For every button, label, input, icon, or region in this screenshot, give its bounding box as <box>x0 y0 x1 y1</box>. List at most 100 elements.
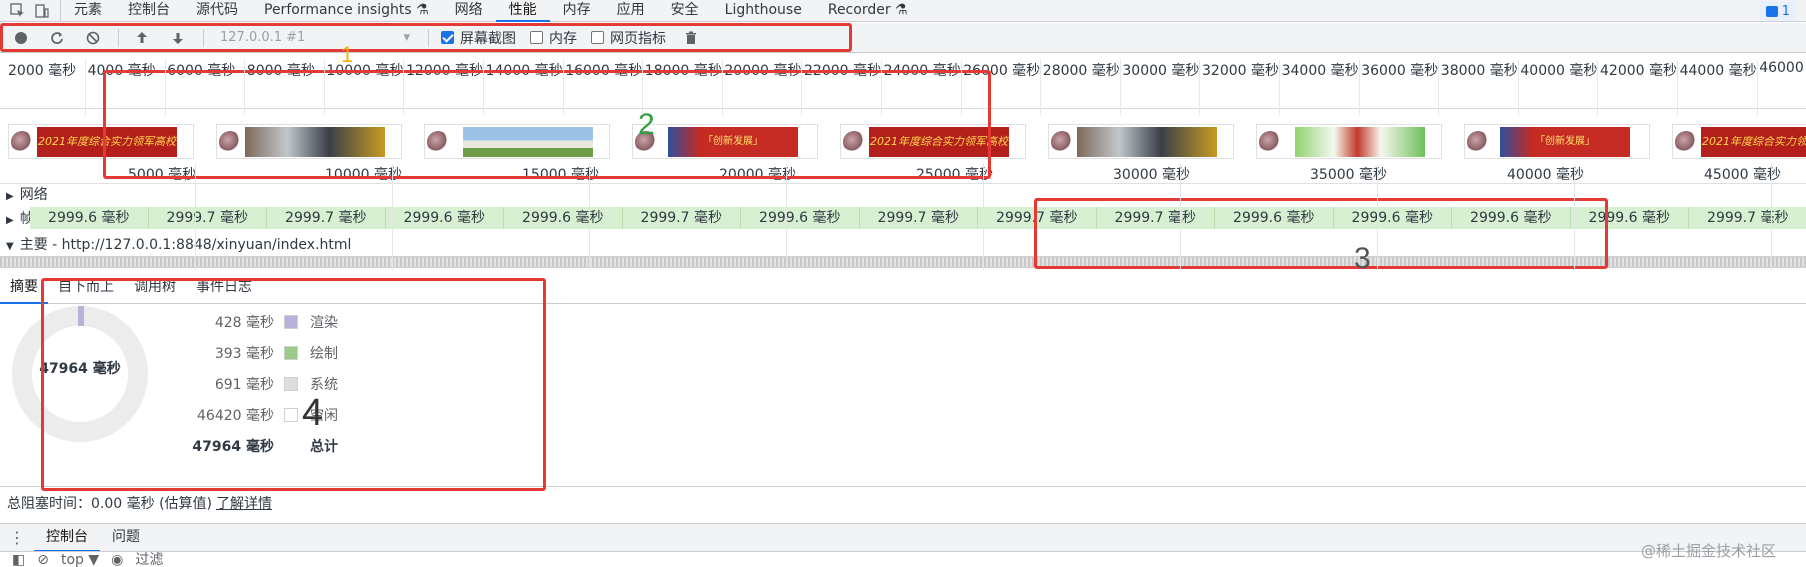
frame-bar[interactable]: 2999.7 毫秒 <box>1689 207 1806 229</box>
tab-4[interactable]: 网络 <box>442 0 496 22</box>
tab-5[interactable]: 性能 <box>495 0 550 22</box>
flower-decoration <box>1259 131 1281 153</box>
drawer-tab-0[interactable]: 控制台 <box>34 524 100 552</box>
overview-tick-label: 38000 毫秒 <box>1440 63 1518 79</box>
tab-10[interactable]: Recorder ⚗ <box>815 0 921 22</box>
timeline-gridline <box>786 164 787 270</box>
overview-gridline <box>403 60 405 115</box>
frame-bar[interactable]: 2999.6 毫秒 <box>741 207 860 229</box>
annotation-box-4 <box>41 278 546 491</box>
overview-gridline <box>960 60 962 115</box>
device-toolbar-icon[interactable] <box>34 3 50 19</box>
tab-0[interactable]: 元素 <box>61 0 115 22</box>
overview-gridline <box>1438 60 1440 115</box>
panel-tabs: 元素 控制台 源代码 Performance insights ⚗ 网络 性能 内存 应用 安全… <box>61 0 921 22</box>
total-blocking-time-text: 总阻塞时间：0.00 毫秒 (估算值) <box>7 496 212 512</box>
flower-decoration <box>1467 131 1489 153</box>
frame-bar[interactable]: 2999.7 毫秒 <box>267 207 386 229</box>
overview-gridline <box>562 60 564 115</box>
frame-bar[interactable]: 2999.6 毫秒 <box>386 207 504 229</box>
annotation-number-4: 4 <box>302 392 324 434</box>
clear-console-icon[interactable]: ⊘ <box>37 552 49 567</box>
overview-gridline <box>244 60 246 115</box>
thumbnail-image <box>1295 127 1425 157</box>
annotation-box-1 <box>0 23 852 52</box>
expand-triangle-icon[interactable]: ▶ <box>6 215 14 226</box>
timeline-tick-label: 35000 毫秒 <box>1310 167 1387 183</box>
eye-icon[interactable]: ◉ <box>111 552 123 567</box>
overview-gridline <box>1040 60 1042 115</box>
overview-tick-label: 30000 毫秒 <box>1122 63 1200 79</box>
overview-gridline <box>721 60 723 115</box>
overview-gridline <box>881 60 882 115</box>
annotation-number-1: 1 <box>341 42 354 67</box>
overview-tick-label: 40000 毫秒 <box>1520 63 1598 79</box>
collapse-triangle-icon[interactable]: ▼ <box>6 241 14 252</box>
overview-gridline <box>85 60 86 115</box>
devtools-tabbar: 元素 控制台 源代码 Performance insights ⚗ 网络 性能 内存 应用 安全… <box>0 0 1806 22</box>
screenshot-thumbnail[interactable] <box>1256 124 1442 159</box>
tab-8[interactable]: 安全 <box>658 0 712 22</box>
tab-9[interactable]: Lighthouse <box>712 0 815 22</box>
console-filter-input[interactable]: 过滤 <box>135 552 163 567</box>
message-icon <box>1765 5 1778 17</box>
learn-more-link[interactable]: 了解详情 <box>216 496 272 512</box>
flower-decoration <box>1051 131 1073 153</box>
console-toolbar: ◧ ⊘ top ▼ ◉ 过滤 <box>0 551 1806 567</box>
overview-tick-label: 44000 毫秒 <box>1679 63 1757 79</box>
overview-tick-label: 42000 毫秒 <box>1600 63 1677 79</box>
timeline-tick-label: 30000 毫秒 <box>1113 167 1190 183</box>
main-track-label: 主要 - http://127.0.0.1:8848/xinyuan/index… <box>19 237 352 253</box>
overview-tick-label: 32000 毫秒 <box>1202 63 1279 79</box>
annotation-box-3 <box>1034 198 1608 269</box>
frame-bar[interactable]: 2999.6 毫秒 <box>504 207 623 229</box>
timeline-gridline <box>589 164 590 270</box>
overview-tick-label: 36000 毫秒 <box>1361 63 1439 79</box>
drawer-tab-1[interactable]: 问题 <box>100 524 152 552</box>
sidebar-toggle-icon[interactable]: ◧ <box>12 552 25 567</box>
more-tools-icon[interactable]: ⋮ <box>0 528 34 547</box>
total-blocking-time: 总阻塞时间：0.00 毫秒 (估算值) 了解详情 <box>0 486 1806 520</box>
thumbnail-image: 2021年度综合实力领军高校 <box>1701 127 1806 157</box>
annotation-number-2: 2 <box>638 108 655 141</box>
thumbnail-image: 「创新发展」 <box>1500 127 1630 157</box>
expand-triangle-icon[interactable]: ▶ <box>6 191 14 202</box>
timeline-gridline <box>1771 164 1772 270</box>
screenshot-thumbnail[interactable] <box>1048 124 1234 159</box>
overview-tick-label: 34000 毫秒 <box>1281 63 1359 79</box>
overview-gridline <box>1517 60 1519 115</box>
issues-badge[interactable]: 1 <box>1759 1 1796 21</box>
overview-gridline <box>1677 60 1678 115</box>
timeline-gridline <box>195 164 196 270</box>
overview-gridline <box>1199 60 1201 115</box>
frame-bar[interactable]: 2999.7 毫秒 <box>149 207 267 229</box>
issues-count: 1 <box>1781 3 1790 19</box>
devtools-tool-icons <box>0 0 61 22</box>
tab-1[interactable]: 控制台 <box>115 0 183 22</box>
overview-gridline <box>1597 60 1599 115</box>
screenshot-thumbnail[interactable]: 「创新发展」 <box>1464 124 1650 159</box>
overview-tick-label: 46000 <box>1759 60 1804 76</box>
timeline-tick-label: 40000 毫秒 <box>1507 167 1584 183</box>
tab-7[interactable]: 应用 <box>604 0 658 22</box>
overview-gridline <box>1279 60 1280 115</box>
flower-decoration <box>1675 131 1697 153</box>
tab-2[interactable]: 源代码 <box>183 0 251 22</box>
overview-gridline <box>323 60 325 115</box>
frame-bar[interactable]: 2999.7 毫秒 <box>623 207 741 229</box>
inspect-element-icon[interactable] <box>10 2 26 19</box>
overview-tick-label: 28000 毫秒 <box>1042 63 1120 79</box>
frame-bar[interactable]: 2999.6 毫秒 <box>30 207 149 229</box>
timeline-tick-label: 45000 毫秒 <box>1704 167 1781 183</box>
timeline-gridline <box>983 164 984 270</box>
overview-gridline <box>642 60 644 115</box>
frame-bar[interactable]: 2999.7 毫秒 <box>860 207 978 229</box>
timeline-gridline <box>1574 164 1575 270</box>
context-select[interactable]: top ▼ <box>61 552 99 567</box>
tab-6[interactable]: 内存 <box>550 0 604 22</box>
screenshot-thumbnail[interactable]: 2021年度综合实力领军高校 <box>1672 124 1806 159</box>
annotation-number-3: 3 <box>1354 242 1371 275</box>
overview-gridline <box>483 60 484 115</box>
tab-3[interactable]: Performance insights ⚗ <box>251 0 442 22</box>
annotation-box-2 <box>103 70 991 179</box>
